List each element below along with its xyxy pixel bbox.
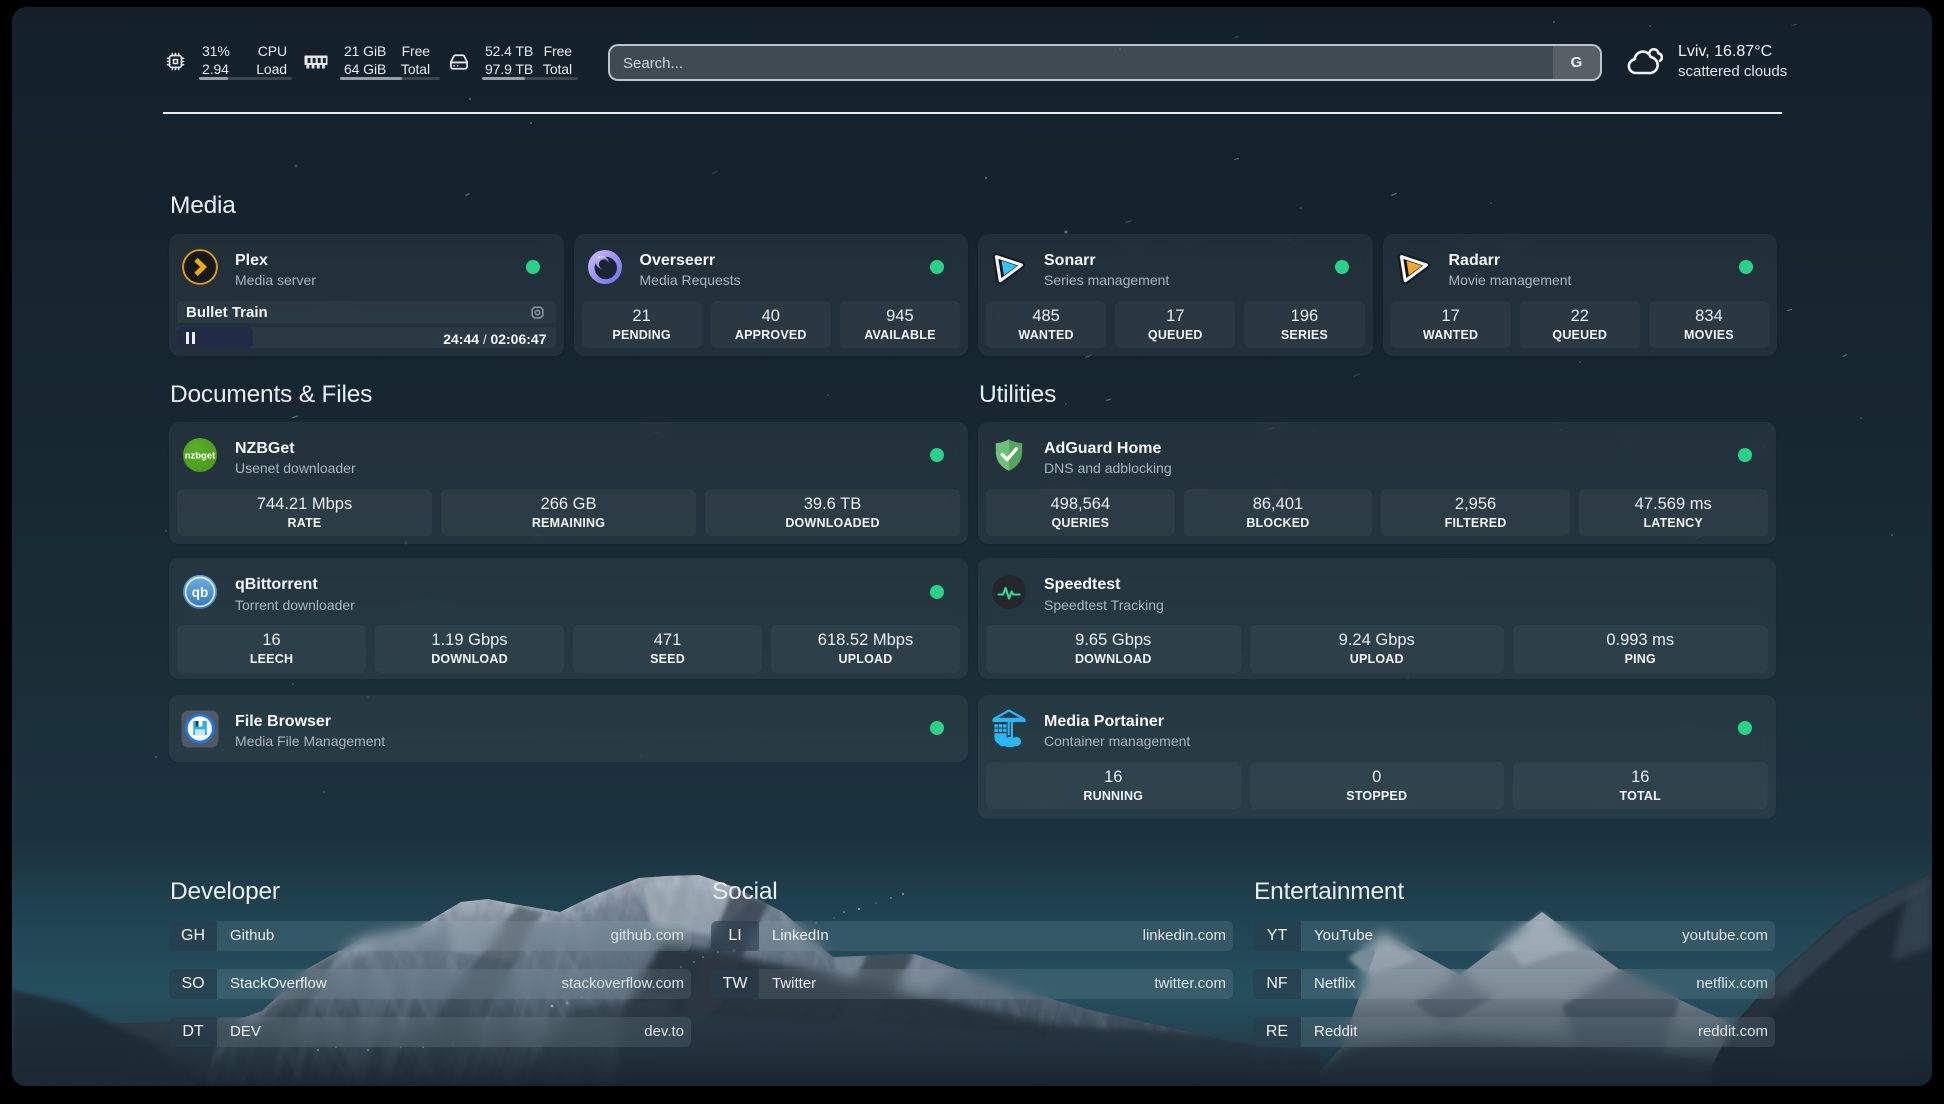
svg-text:qb: qb (192, 585, 209, 600)
svg-text:nzbget: nzbget (185, 451, 216, 462)
